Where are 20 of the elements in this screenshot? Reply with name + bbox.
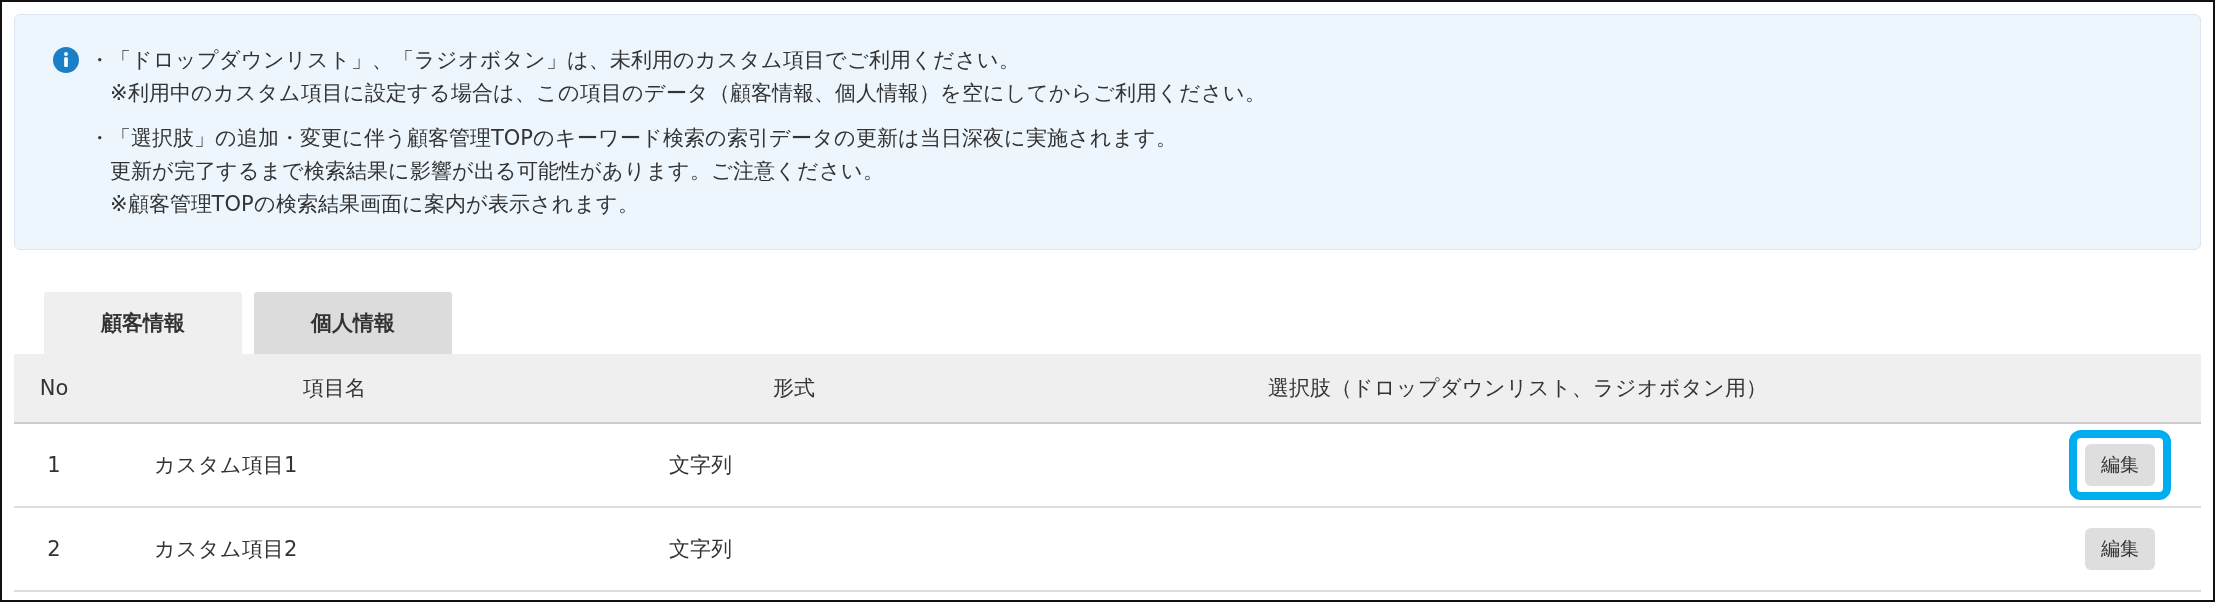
notice-text: ・「選択肢」の追加・変更に伴う顧客管理TOPのキーワード検索の索引データの更新は当日深夜に実施されます。 bbox=[89, 125, 1179, 152]
notice-text: ※顧客管理TOPの検索結果画面に案内が表示されます。 bbox=[109, 191, 640, 218]
edit-button[interactable]: 編集 bbox=[2085, 528, 2155, 570]
notice-text: ※利用中のカスタム項目に設定する場合は、この項目のデータ（顧客情報、個人情報）を空にしてからご利用ください。 bbox=[109, 80, 1266, 107]
notice-text: ・「ドロップダウンリスト」、「ラジオボタン」は、未利用のカスタム項目でご利用ください。 bbox=[89, 47, 1021, 74]
notice-text: 更新が完了するまで検索結果に影響が出る可能性があります。ご注意ください。 bbox=[109, 158, 885, 185]
table-cell-text: 文字列 bbox=[668, 536, 733, 563]
column-header: 選択肢（ドロップダウンリスト、ラジオボタン用） bbox=[1267, 375, 1768, 402]
table-cell-text: 1 bbox=[46, 453, 62, 477]
column-header: 形式 bbox=[772, 375, 816, 402]
column-header: No bbox=[38, 376, 70, 400]
tab[interactable]: 個人情報 bbox=[254, 292, 452, 354]
table-cell-text: カスタム項目2 bbox=[153, 536, 299, 563]
table-cell-text: カスタム項目1 bbox=[153, 452, 299, 479]
info-icon bbox=[53, 47, 79, 73]
table-cell-text: 文字列 bbox=[668, 452, 733, 479]
edit-button[interactable]: 編集 bbox=[2085, 444, 2155, 486]
table-cell-text: 2 bbox=[46, 537, 62, 561]
column-header: 項目名 bbox=[301, 375, 367, 402]
tab[interactable]: 顧客情報 bbox=[44, 292, 242, 354]
